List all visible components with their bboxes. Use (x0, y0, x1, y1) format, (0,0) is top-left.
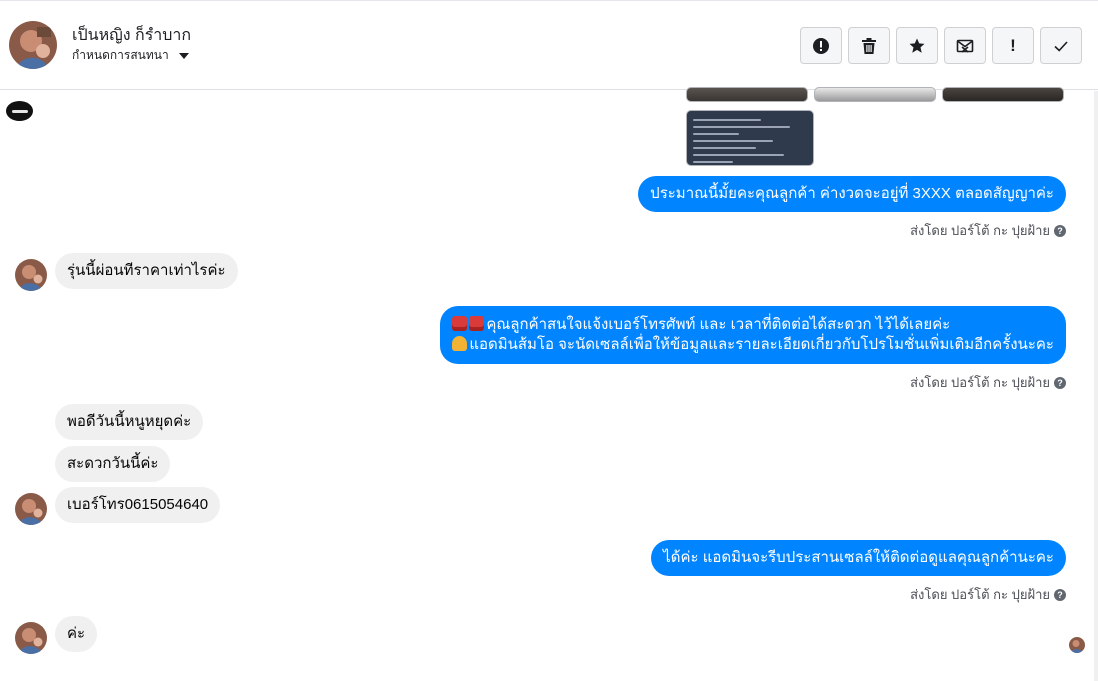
message-bubble-incoming[interactable]: รุ่นนี้ผ่อนทีราคาเท่าไรค่ะ (55, 253, 238, 289)
trash-icon (862, 37, 876, 54)
attachment-image[interactable] (814, 87, 936, 102)
sent-by-text: ส่งโดย ปอร์โต้ กะ ปุยฝ้าย (910, 375, 1050, 390)
contact-avatar-small[interactable] (15, 493, 47, 525)
sent-by-label: ส่งโดย ปอร์โต้ กะ ปุยฝ้าย ? (910, 372, 1066, 393)
conversation-toolbar: ! (800, 27, 1082, 64)
sent-by-label: ส่งโดย ปอร์โต้ กะ ปุยฝ้าย ? (910, 584, 1066, 605)
done-button[interactable] (1040, 27, 1082, 64)
message-bubble-incoming[interactable]: สะดวกวันนี้ค่ะ (55, 446, 171, 482)
conversation-settings-dropdown[interactable]: กำหนดการสนทนา (72, 46, 189, 65)
sent-by-label: ส่งโดย ปอร์โต้ กะ ปุยฝ้าย ? (910, 220, 1066, 241)
message-bubble-incoming[interactable]: พอดีวันนี้หนูหยุดค่ะ (55, 404, 204, 440)
attachment-document-image[interactable] (686, 110, 814, 166)
people-emoji-icon (452, 336, 468, 351)
conversation-settings-label: กำหนดการสนทนา (72, 48, 169, 62)
help-icon[interactable]: ? (1054, 376, 1066, 389)
seen-receipt-avatar (1069, 637, 1085, 653)
sent-by-text: ส่งโดย ปอร์โต้ กะ ปุยฝ้าย (910, 223, 1050, 238)
mark-unread-button[interactable] (944, 27, 986, 64)
contact-avatar-small[interactable] (15, 622, 47, 654)
sent-by-text: ส่งโดย ปอร์โต้ กะ ปุยฝ้าย (910, 587, 1050, 602)
message-line: คุณลูกค้าสนใจแจ้งเบอร์โทรศัพท์ และ เวลาท… (452, 315, 1054, 335)
telephone-emoji-icon (452, 316, 468, 331)
contact-avatar-small[interactable] (15, 259, 47, 291)
delete-button[interactable] (848, 27, 890, 64)
help-icon[interactable]: ? (1054, 224, 1066, 237)
caret-down-icon (178, 52, 189, 59)
page-logo (6, 101, 33, 121)
message-bubble-incoming[interactable]: เบอร์โทร0615054640 (55, 487, 221, 523)
report-button[interactable] (800, 27, 842, 64)
telephone-emoji-icon (469, 316, 485, 331)
message-bubble-incoming[interactable]: ค่ะ (55, 616, 98, 652)
check-icon (1054, 40, 1068, 52)
conversation-header: เป็นหญิง ก็รำบาก กำหนดการสนทนา ! (0, 0, 1098, 90)
thread-scrollbar[interactable] (1094, 91, 1098, 681)
exclamation-icon: ! (1010, 35, 1016, 55)
envelope-x-icon (956, 39, 974, 53)
message-bubble-outgoing[interactable]: ประมาณนี้มั้ยคะคุณลูกค้า ค่างวดจะอยู่ที่… (638, 176, 1066, 212)
contact-name[interactable]: เป็นหญิง ก็รำบาก (72, 23, 191, 48)
message-thread[interactable]: ประมาณนี้มั้ยคะคุณลูกค้า ค่างวดจะอยู่ที่… (0, 87, 1098, 681)
attachment-image[interactable] (686, 87, 808, 102)
message-bubble-outgoing[interactable]: คุณลูกค้าสนใจแจ้งเบอร์โทรศัพท์ และ เวลาท… (440, 306, 1066, 364)
alert-circle-icon (813, 37, 829, 54)
star-icon (909, 38, 925, 53)
help-icon[interactable]: ? (1054, 588, 1066, 601)
message-line: แอดมินส้มโอ จะนัดเซลล์เพื่อให้ข้อมูลและร… (452, 335, 1054, 355)
message-line-text: แอดมินส้มโอ จะนัดเซลล์เพื่อให้ข้อมูลและร… (469, 336, 1054, 353)
message-bubble-outgoing[interactable]: ได้ค่ะ แอดมินจะรีบประสานเซลล์ให้ติดต่อดู… (651, 540, 1066, 576)
message-line-text: คุณลูกค้าสนใจแจ้งเบอร์โทรศัพท์ และ เวลาท… (486, 316, 951, 333)
attachment-image[interactable] (942, 87, 1064, 102)
star-button[interactable] (896, 27, 938, 64)
contact-avatar[interactable] (9, 21, 57, 69)
important-button[interactable]: ! (992, 27, 1034, 64)
